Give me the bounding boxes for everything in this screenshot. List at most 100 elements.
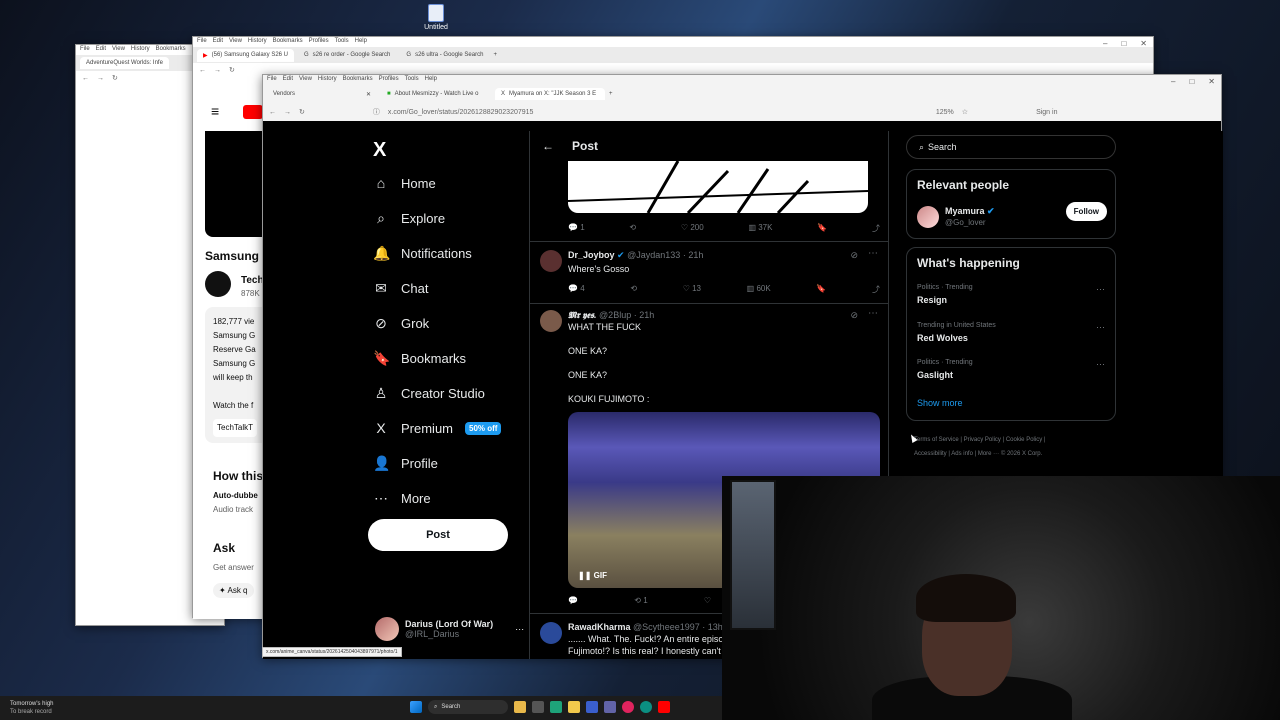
description-box[interactable]: 182,777 vie Samsung G Reserve Ga Samsung… xyxy=(205,307,265,443)
tab-close-icon[interactable]: ✕ xyxy=(366,91,371,98)
back-icon[interactable]: ← xyxy=(199,67,206,74)
reply-icon[interactable]: 💬 4 xyxy=(568,284,585,295)
follow-button[interactable]: Follow xyxy=(1065,202,1107,221)
more-icon[interactable]: ⋯ xyxy=(868,308,878,319)
grok-icon[interactable]: ⊘ xyxy=(850,250,858,261)
trend-item[interactable]: Politics · Trending Resign xyxy=(917,284,973,305)
more-icon[interactable]: ⋯ xyxy=(868,248,878,259)
menu-bookmarks[interactable]: Bookmarks xyxy=(273,38,303,46)
channel-avatar[interactable] xyxy=(205,271,231,297)
like-icon[interactable]: ♡ 13 xyxy=(683,284,701,295)
nav-profile[interactable]: 👤 Profile xyxy=(373,455,438,472)
menu-edit[interactable]: Edit xyxy=(96,46,106,54)
menu-file[interactable]: File xyxy=(267,76,277,84)
footer-link[interactable]: Ads info xyxy=(951,451,973,457)
tweet-author[interactable]: RawadKharma @Scytheee1997 · 13h xyxy=(568,622,723,632)
menu-profiles[interactable]: Profiles xyxy=(379,76,399,84)
minimize-icon[interactable]: – xyxy=(1171,77,1175,86)
tweet[interactable]: Dr_Joyboy ✔ @Jaydan133 · 21h ⊘ ⋯ Where's… xyxy=(530,241,888,303)
footer-link[interactable]: More ··· xyxy=(978,451,999,457)
channel-name[interactable]: Tech xyxy=(241,275,264,286)
bookmark-icon[interactable]: 🔖 xyxy=(817,223,827,234)
tweet-author[interactable]: 𝕸𝖗 𝖞𝖊𝖘. @2Blup · 21h xyxy=(568,310,654,321)
trend-item[interactable]: Politics · Trending Gaslight xyxy=(917,359,973,380)
nav-chat[interactable]: ✉ Chat xyxy=(373,280,428,297)
more-icon[interactable]: ⋯ xyxy=(1096,284,1105,295)
like-icon[interactable]: ♡ 200 xyxy=(681,223,704,234)
address-bar[interactable]: x.com/Go_lover/status/202612882902320791… xyxy=(388,109,928,116)
trend-item[interactable]: Trending in United States Red Wolves xyxy=(917,322,996,343)
tweet-image[interactable] xyxy=(568,161,868,213)
new-tab-icon[interactable]: + xyxy=(493,52,497,58)
nav-more[interactable]: ⋯ More xyxy=(373,490,431,507)
youtube-icon[interactable] xyxy=(658,701,670,713)
star-icon[interactable]: ☆ xyxy=(962,108,968,116)
footer-link[interactable]: Privacy Policy xyxy=(964,437,1001,443)
menu-view[interactable]: View xyxy=(299,76,312,84)
forward-icon[interactable]: → xyxy=(214,67,221,74)
reply-icon[interactable]: 💬 xyxy=(568,596,578,605)
folder-icon[interactable] xyxy=(568,701,580,713)
weather-widget[interactable]: Tomorrow's high To break record xyxy=(10,700,54,716)
more-icon[interactable]: ⋯ xyxy=(1096,359,1105,370)
nav-notifications[interactable]: 🔔 Notifications xyxy=(373,245,472,262)
chip[interactable]: TechTalkT xyxy=(213,419,258,437)
avatar[interactable] xyxy=(540,310,562,332)
menu-tools[interactable]: Tools xyxy=(405,76,419,84)
forward-icon[interactable]: → xyxy=(97,75,104,82)
account-switcher[interactable]: Darius (Lord Of War) @IRL_Darius ⋯ xyxy=(375,617,524,641)
desktop-file-icon[interactable]: Untitled xyxy=(420,4,452,31)
footer-link[interactable]: Terms of Service xyxy=(914,437,959,443)
edge-browser-icon[interactable] xyxy=(640,701,652,713)
more-icon[interactable]: ⋯ xyxy=(1096,322,1105,333)
like-icon[interactable]: ♡ xyxy=(704,596,711,605)
zoom-level[interactable]: 125% xyxy=(936,109,954,116)
more-icon[interactable]: ⋯ xyxy=(515,624,524,635)
tweet-author[interactable]: Dr_Joyboy ✔ @Jaydan133 · 21h xyxy=(568,250,703,261)
menu-view[interactable]: View xyxy=(229,38,242,46)
new-tab-icon[interactable]: + xyxy=(609,91,613,97)
nav-grok[interactable]: ⊘ Grok xyxy=(373,315,429,332)
show-more-link[interactable]: Show more xyxy=(917,398,963,408)
menu-bookmarks[interactable]: Bookmarks xyxy=(343,76,373,84)
tab-google-2[interactable]: Gs26 ultra - Google Search xyxy=(400,49,489,61)
close-icon[interactable]: ✕ xyxy=(1140,39,1147,48)
menu-file[interactable]: File xyxy=(80,46,90,54)
youtube-logo-icon[interactable] xyxy=(243,105,263,119)
retweet-icon[interactable]: ⟲ xyxy=(630,284,637,295)
menu-tools[interactable]: Tools xyxy=(335,38,349,46)
views-icon[interactable]: ▥ 60K xyxy=(747,284,771,295)
footer-link[interactable]: Cookie Policy xyxy=(1006,437,1042,443)
menu-history[interactable]: History xyxy=(248,38,267,46)
share-icon[interactable]: ⤴ xyxy=(872,284,880,295)
share-icon[interactable]: ⤴ xyxy=(872,223,880,234)
grok-icon[interactable]: ⊘ xyxy=(850,310,858,321)
opera-icon[interactable] xyxy=(622,701,634,713)
ask-button[interactable]: ✦ Ask q xyxy=(213,583,254,598)
menu-help[interactable]: Help xyxy=(425,76,437,84)
post-button[interactable]: Post xyxy=(368,519,508,551)
hamburger-icon[interactable]: ≡ xyxy=(211,103,219,119)
nav-creator-studio[interactable]: ♙ Creator Studio xyxy=(373,385,485,402)
views-icon[interactable]: ▥ 37K xyxy=(748,223,772,234)
footer-link[interactable]: Accessibility xyxy=(914,451,947,457)
reload-icon[interactable]: ↻ xyxy=(112,74,118,82)
nav-home[interactable]: ⌂ Home xyxy=(373,175,436,191)
reload-icon[interactable]: ↻ xyxy=(299,108,305,116)
windows-start-icon[interactable] xyxy=(410,701,422,713)
back-arrow-icon[interactable]: ← xyxy=(542,139,554,153)
tab-x-post[interactable]: X Myamura on X: "JJK Season 3 E xyxy=(495,88,605,100)
menu-history[interactable]: History xyxy=(318,76,337,84)
avatar[interactable] xyxy=(540,622,562,644)
minimize-icon[interactable]: – xyxy=(1103,39,1107,48)
avatar[interactable] xyxy=(917,206,939,228)
reply-icon[interactable]: 💬 1 xyxy=(568,223,585,234)
info-icon[interactable]: ⓘ xyxy=(373,107,380,117)
maximize-icon[interactable]: □ xyxy=(1121,39,1126,48)
teams-icon[interactable] xyxy=(604,701,616,713)
sign-in-button[interactable]: Sign in xyxy=(1036,109,1057,116)
person-name[interactable]: Myamura ✔ xyxy=(945,206,995,217)
retweet-icon[interactable]: ⟲ 1 xyxy=(634,596,647,605)
menu-help[interactable]: Help xyxy=(355,38,367,46)
bookmark-icon[interactable]: 🔖 xyxy=(816,284,826,295)
